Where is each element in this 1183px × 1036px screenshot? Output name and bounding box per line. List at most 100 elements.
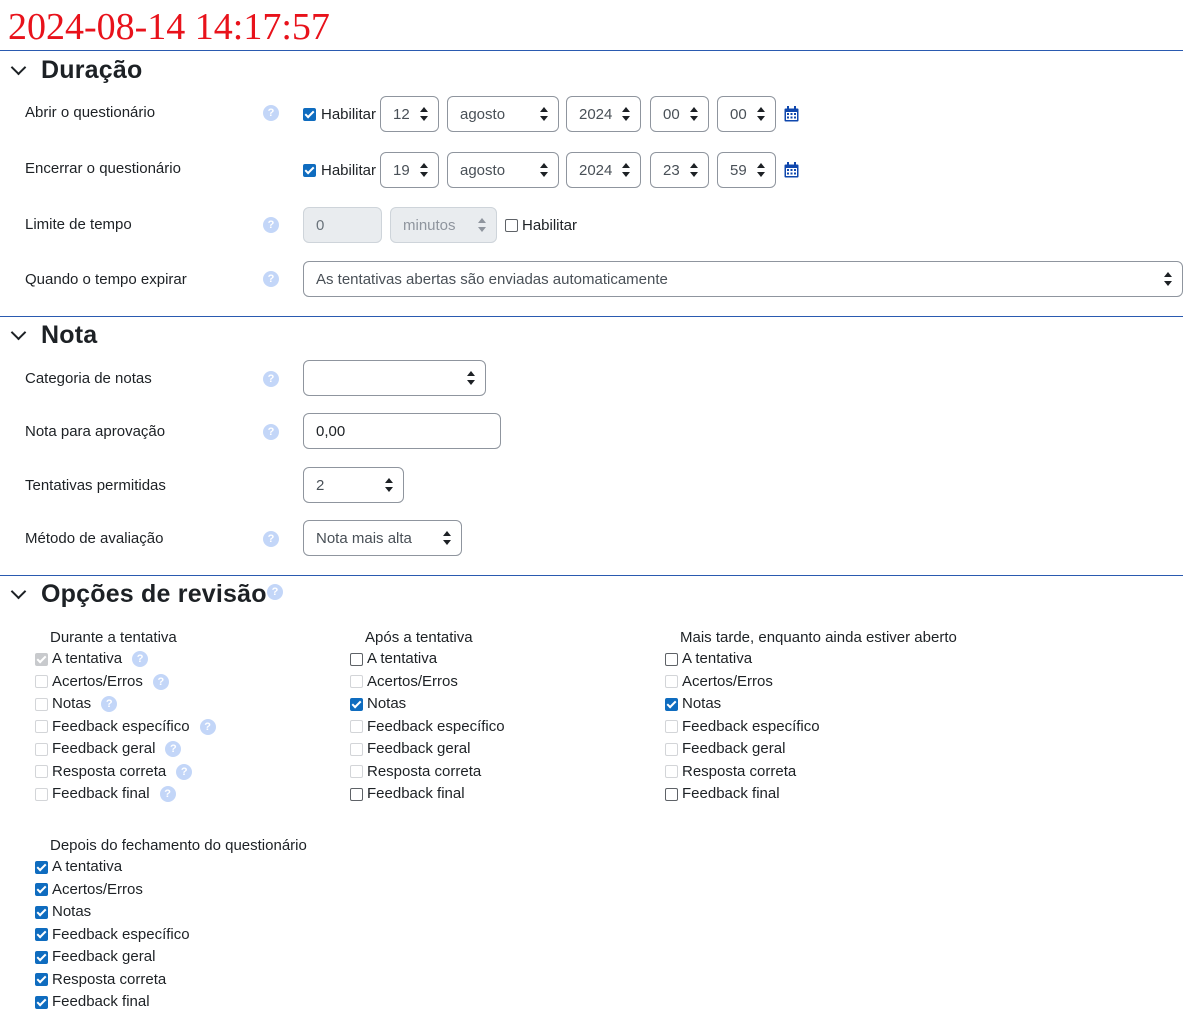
aprovacao-input[interactable]: 0,00	[303, 413, 501, 449]
help-icon[interactable]: ?	[263, 371, 279, 387]
limite-habilitar-checkbox[interactable]	[505, 219, 518, 232]
review-item-label: Notas	[367, 695, 407, 713]
review-item: Resposta correta	[665, 761, 957, 784]
review-checkbox[interactable]	[350, 697, 363, 711]
review-group-title: Depois do fechamento do questionário	[50, 837, 307, 854]
encerrar-minute-select[interactable]: 59	[717, 152, 776, 188]
encerrar-year-select[interactable]: 2024	[566, 152, 641, 188]
tentativas-label: Tentativas permitidas	[25, 477, 166, 494]
review-checkbox	[35, 720, 48, 734]
review-list: A tentativa Acertos/Erros Notas Feedback es…	[350, 648, 505, 806]
review-item: Acertos/Erros	[665, 671, 957, 694]
review-item-label: Feedback específico	[682, 717, 820, 735]
review-checkbox[interactable]	[35, 905, 48, 919]
help-icon[interactable]: ?	[263, 271, 279, 287]
encerrar-hour-value: 23	[663, 161, 680, 179]
review-checkbox[interactable]	[665, 697, 678, 711]
review-checkbox[interactable]	[350, 787, 363, 801]
encerrar-month-value: agosto	[460, 161, 506, 179]
expirar-select[interactable]: As tentativas abertas são enviadas autom…	[303, 261, 1183, 297]
tentativas-select[interactable]: 2	[303, 467, 404, 503]
review-item-label: Feedback geral	[52, 948, 156, 966]
review-checkbox	[35, 675, 48, 689]
abrir-habilitar-checkbox[interactable]	[303, 108, 316, 121]
abrir-year-select[interactable]: 2024	[566, 96, 641, 132]
section-title-nota: Nota	[41, 321, 98, 349]
help-icon[interactable]: ?	[159, 786, 176, 803]
review-item-label: Notas	[52, 903, 92, 921]
review-item: Feedback específico?	[35, 716, 216, 739]
encerrar-day-select[interactable]: 19	[380, 152, 439, 188]
review-item: A tentativa	[35, 856, 307, 879]
review-item-label: Feedback específico	[52, 925, 190, 943]
review-checkbox[interactable]	[665, 787, 678, 801]
limite-value-input[interactable]: 0	[303, 207, 382, 243]
review-item-label: Resposta correta	[52, 762, 167, 780]
review-item: Feedback específico	[350, 716, 505, 739]
expirar-label: Quando o tempo expirar	[25, 271, 187, 288]
review-item: Feedback específico	[35, 924, 307, 947]
review-checkbox[interactable]	[350, 652, 363, 666]
abrir-day-select[interactable]: 12	[380, 96, 439, 132]
help-icon[interactable]: ?	[267, 584, 283, 600]
section-divider	[0, 50, 1183, 51]
review-item: Feedback geral	[35, 946, 307, 969]
review-checkbox[interactable]	[35, 928, 48, 942]
abrir-minute-select[interactable]: 00	[717, 96, 776, 132]
help-icon[interactable]: ?	[263, 105, 279, 121]
review-checkbox[interactable]	[35, 950, 48, 964]
review-group-apos: Após a tentativa A tentativa Acertos/Erro…	[350, 628, 505, 806]
help-icon[interactable]: ?	[101, 696, 118, 713]
review-group-title: Durante a tentativa	[50, 629, 177, 646]
encerrar-habilitar-checkbox[interactable]	[303, 164, 316, 177]
review-checkbox	[35, 765, 48, 779]
review-checkbox	[35, 742, 48, 756]
review-item-label: A tentativa	[52, 858, 123, 876]
review-item: Acertos/Erros	[350, 671, 505, 694]
abrir-month-select[interactable]: agosto	[447, 96, 559, 132]
review-item-label: Acertos/Erros	[52, 880, 143, 898]
help-icon[interactable]: ?	[263, 531, 279, 547]
calendar-icon[interactable]	[784, 106, 799, 122]
review-checkbox[interactable]	[665, 652, 678, 666]
section-toggle-revisao[interactable]: Opções de revisão	[8, 578, 267, 610]
review-checkbox	[35, 787, 48, 801]
review-item: Resposta correta	[35, 969, 307, 992]
metodo-select[interactable]: Nota mais alta	[303, 520, 462, 556]
help-icon[interactable]: ?	[165, 741, 182, 758]
encerrar-month-select[interactable]: agosto	[447, 152, 559, 188]
help-icon[interactable]: ?	[176, 763, 193, 780]
abrir-hour-select[interactable]: 00	[650, 96, 709, 132]
review-checkbox	[350, 742, 363, 756]
review-item-label: Acertos/Erros	[367, 672, 458, 690]
review-checkbox[interactable]	[35, 860, 48, 874]
abrir-minute-value: 00	[730, 105, 747, 123]
section-toggle-nota[interactable]: Nota	[8, 319, 97, 351]
encerrar-year-value: 2024	[579, 161, 613, 179]
review-item: Feedback geral	[350, 738, 505, 761]
section-divider	[0, 316, 1183, 317]
calendar-icon[interactable]	[784, 162, 799, 178]
abrir-year-value: 2024	[579, 105, 613, 123]
help-icon[interactable]: ?	[152, 673, 169, 690]
review-checkbox[interactable]	[35, 995, 48, 1009]
limite-unit-select[interactable]: minutos	[390, 207, 497, 243]
review-checkbox	[350, 720, 363, 734]
review-item: Notas	[350, 693, 505, 716]
review-checkbox[interactable]	[35, 973, 48, 987]
review-item: Feedback específico	[665, 716, 957, 739]
metodo-value: Nota mais alta	[316, 529, 412, 547]
help-icon[interactable]: ?	[263, 424, 279, 440]
help-icon[interactable]: ?	[263, 217, 279, 233]
limite-habilitar-label: Habilitar	[522, 217, 578, 234]
encerrar-hour-select[interactable]: 23	[650, 152, 709, 188]
section-toggle-duracao[interactable]: Duração	[8, 54, 142, 86]
review-group-title: Mais tarde, enquanto ainda estiver abert…	[680, 629, 957, 646]
review-checkbox[interactable]	[35, 883, 48, 897]
help-icon[interactable]: ?	[132, 651, 149, 668]
help-icon[interactable]: ?	[199, 718, 216, 735]
encerrar-habilitar-label: Habilitar	[321, 162, 377, 179]
categoria-select[interactable]	[303, 360, 486, 396]
section-title-duracao: Duração	[41, 56, 143, 84]
review-item-label: A tentativa	[367, 650, 438, 668]
